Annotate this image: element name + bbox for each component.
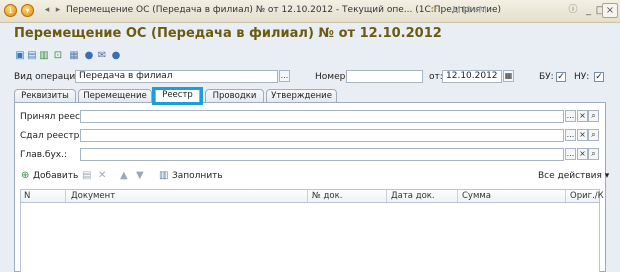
info-icon[interactable]: ⓘ: [566, 4, 580, 17]
save-icon[interactable]: ▤: [26, 50, 38, 62]
handed-clear-icon[interactable]: ×: [577, 129, 588, 141]
handed-select-button[interactable]: ...: [565, 129, 576, 141]
column-document[interactable]: Документ: [71, 191, 115, 202]
all-actions-button[interactable]: Все действия ▾: [538, 171, 609, 181]
number-field[interactable]: [346, 70, 423, 83]
copy-icon[interactable]: ▤: [82, 170, 91, 181]
column-doc-number[interactable]: № док.: [312, 191, 342, 202]
post-icon[interactable]: ▥: [38, 50, 50, 62]
fill-icon[interactable]: ▥: [159, 170, 168, 181]
column-separator: [307, 190, 308, 202]
bu-checkbox[interactable]: ✓: [556, 72, 566, 82]
nu-label: НУ:: [574, 72, 590, 82]
column-separator: [565, 190, 566, 202]
handed-registry-field[interactable]: [80, 129, 564, 142]
nu-checkbox[interactable]: ✓: [594, 72, 604, 82]
favorite-star-icon[interactable]: ☆: [427, 4, 441, 17]
fill-button[interactable]: Заполнить: [172, 171, 223, 181]
main-menu-icon[interactable]: ▾: [21, 4, 34, 17]
date-label: от:: [429, 72, 443, 82]
page-title: Перемещение ОС (Передача в филиал) № от …: [14, 26, 442, 41]
tab-utverzhdenie[interactable]: Утверждение: [266, 89, 337, 102]
accepted-registry-field[interactable]: [80, 110, 564, 123]
column-n[interactable]: N: [24, 191, 30, 202]
column-doc-date[interactable]: Дата док.: [391, 191, 435, 202]
accepted-search-icon[interactable]: ⌕: [588, 110, 599, 122]
chief-accountant-label: Глав.бух.:: [20, 150, 68, 160]
column-separator: [386, 190, 387, 202]
tab-provodki[interactable]: Проводки: [205, 89, 264, 102]
column-original[interactable]: Ориг./К: [570, 191, 604, 202]
move-down-icon[interactable]: ▼: [136, 170, 144, 181]
help-icon[interactable]: ●: [110, 50, 122, 62]
memory-minus-button[interactable]: M-: [478, 4, 491, 17]
tab-rekvizity[interactable]: Реквизиты: [14, 89, 76, 102]
accepted-select-button[interactable]: ...: [565, 110, 576, 122]
close-button[interactable]: ×: [602, 3, 618, 18]
chief-select-button[interactable]: ...: [565, 148, 576, 160]
memory-plus-button[interactable]: M+: [462, 4, 479, 17]
all-actions-label: Все действия: [538, 171, 602, 181]
table-header: N Документ № док. Дата док. Сумма Ориг./…: [20, 189, 604, 203]
mail-icon[interactable]: ✉: [96, 50, 108, 62]
chevron-down-icon: ▾: [604, 171, 610, 181]
move-up-icon[interactable]: ▲: [120, 170, 128, 181]
number-label: Номер:: [315, 72, 349, 82]
post-close-icon[interactable]: ▣: [14, 50, 26, 62]
add-icon[interactable]: ⊕: [21, 170, 29, 181]
operation-label: Вид операции:: [14, 72, 85, 82]
table-body[interactable]: [20, 203, 600, 272]
column-sum[interactable]: Сумма: [462, 191, 491, 202]
add-button[interactable]: Добавить: [33, 171, 78, 181]
date-field[interactable]: 12.10.2012: [442, 70, 502, 83]
delete-icon[interactable]: ✕: [98, 170, 106, 181]
operation-select-button[interactable]: ...: [279, 70, 290, 82]
operation-field[interactable]: Передача в филиал: [75, 70, 278, 83]
accepted-clear-icon[interactable]: ×: [577, 110, 588, 122]
refresh-icon[interactable]: ⊡: [52, 50, 64, 62]
bu-label: БУ:: [539, 72, 554, 82]
chief-search-icon[interactable]: ⌕: [588, 148, 599, 160]
chief-clear-icon[interactable]: ×: [577, 148, 588, 160]
globe-icon[interactable]: ●: [83, 50, 95, 62]
tab-peremeshchenie[interactable]: Перемещение: [78, 89, 152, 102]
active-tab-highlight: [152, 87, 203, 105]
app-logo-icon[interactable]: 1: [4, 4, 17, 17]
related-icon[interactable]: ▦: [68, 50, 80, 62]
chief-accountant-field[interactable]: [80, 148, 564, 161]
column-separator: [65, 190, 66, 202]
column-separator: [457, 190, 458, 202]
window-titlebar: 1 ▾ ◂ ▸ Перемещение ОС (Передача в филиа…: [0, 0, 620, 23]
handed-search-icon[interactable]: ⌕: [588, 129, 599, 141]
handed-registry-label: Сдал реестр:: [20, 131, 83, 141]
forward-icon[interactable]: ▸: [51, 4, 65, 17]
calendar-icon[interactable]: ▦: [503, 70, 514, 82]
